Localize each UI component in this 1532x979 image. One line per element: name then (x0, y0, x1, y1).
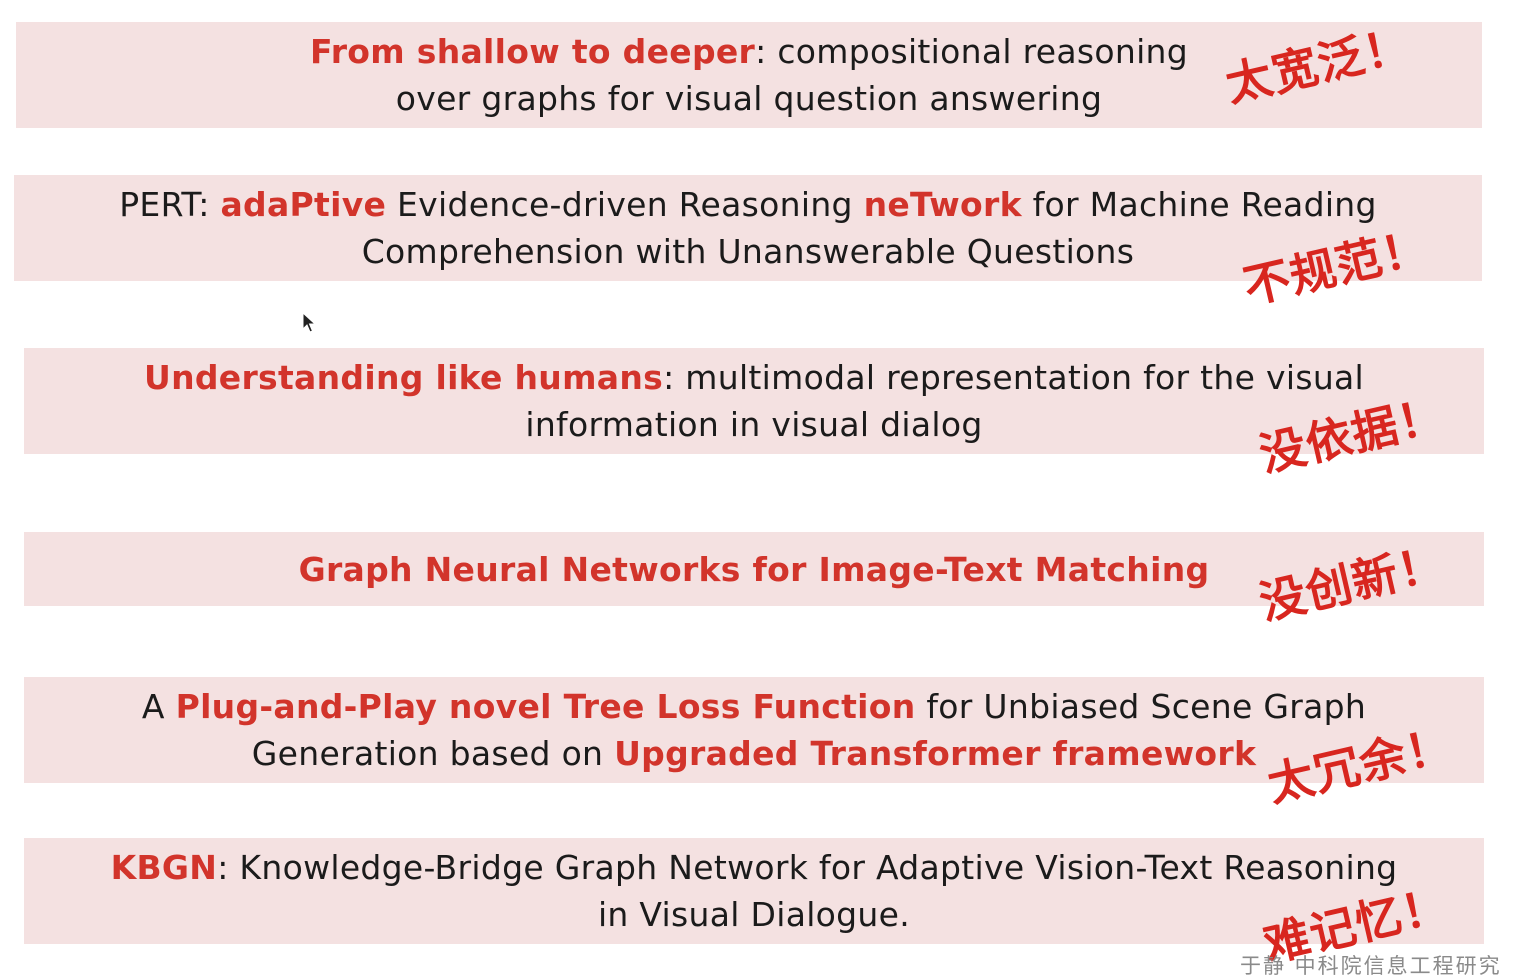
slide: From shallow to deeper: compositional re… (0, 0, 1532, 979)
title-text: PERT: (119, 185, 221, 224)
title-line-1: From shallow to deeper: compositional re… (310, 28, 1188, 75)
title-text: information in visual dialog (525, 405, 983, 444)
title-text: : Knowledge-Bridge Graph Network for Ada… (217, 848, 1398, 887)
title-text: Evidence-driven Reasoning (386, 185, 864, 224)
highlighted-phrase: neTwork (863, 185, 1022, 224)
title-line-1: PERT: adaPtive Evidence-driven Reasoning… (119, 181, 1377, 228)
title-line-2: Comprehension with Unanswerable Question… (362, 228, 1135, 275)
title-text: A (141, 687, 176, 726)
highlighted-phrase: Upgraded Transformer framework (614, 734, 1257, 773)
title-line-2: information in visual dialog (525, 401, 982, 448)
highlighted-phrase: Graph Neural Networks for Image-Text Mat… (298, 549, 1210, 589)
highlighted-phrase: adaPtive (220, 185, 387, 224)
title-line-2: over graphs for visual question answerin… (396, 75, 1103, 122)
title-text: Comprehension with Unanswerable Question… (361, 232, 1135, 271)
title-line-1: Graph Neural Networks for Image-Text Mat… (299, 546, 1210, 593)
title-text: in Visual Dialogue. (597, 895, 911, 934)
mouse-pointer-icon (302, 312, 316, 333)
highlighted-phrase: KBGN (110, 848, 218, 887)
title-text: for Machine Reading (1021, 185, 1377, 224)
title-line-1: A Plug-and-Play novel Tree Loss Function… (142, 683, 1366, 730)
title-line-2: in Visual Dialogue. (598, 891, 910, 938)
title-text: over graphs for visual question answerin… (395, 79, 1103, 118)
watermark-text: 于静 中科院信息工程研究 (1240, 954, 1502, 978)
title-line-1: Understanding like humans: multimodal re… (144, 354, 1364, 401)
title-text: Generation based on (251, 734, 615, 773)
title-line-2: Generation based on Upgraded Transformer… (252, 730, 1256, 777)
highlighted-phrase: From shallow to deeper (310, 32, 756, 71)
title-text: : multimodal representation for the visu… (663, 358, 1365, 397)
title-line-1: KBGN: Knowledge-Bridge Graph Network for… (111, 844, 1398, 891)
title-text: for Unbiased Scene Graph (915, 687, 1367, 726)
highlighted-phrase: Understanding like humans (143, 358, 664, 397)
title-text: : compositional reasoning (755, 32, 1188, 71)
highlighted-phrase: Plug-and-Play novel Tree Loss Function (175, 687, 916, 726)
